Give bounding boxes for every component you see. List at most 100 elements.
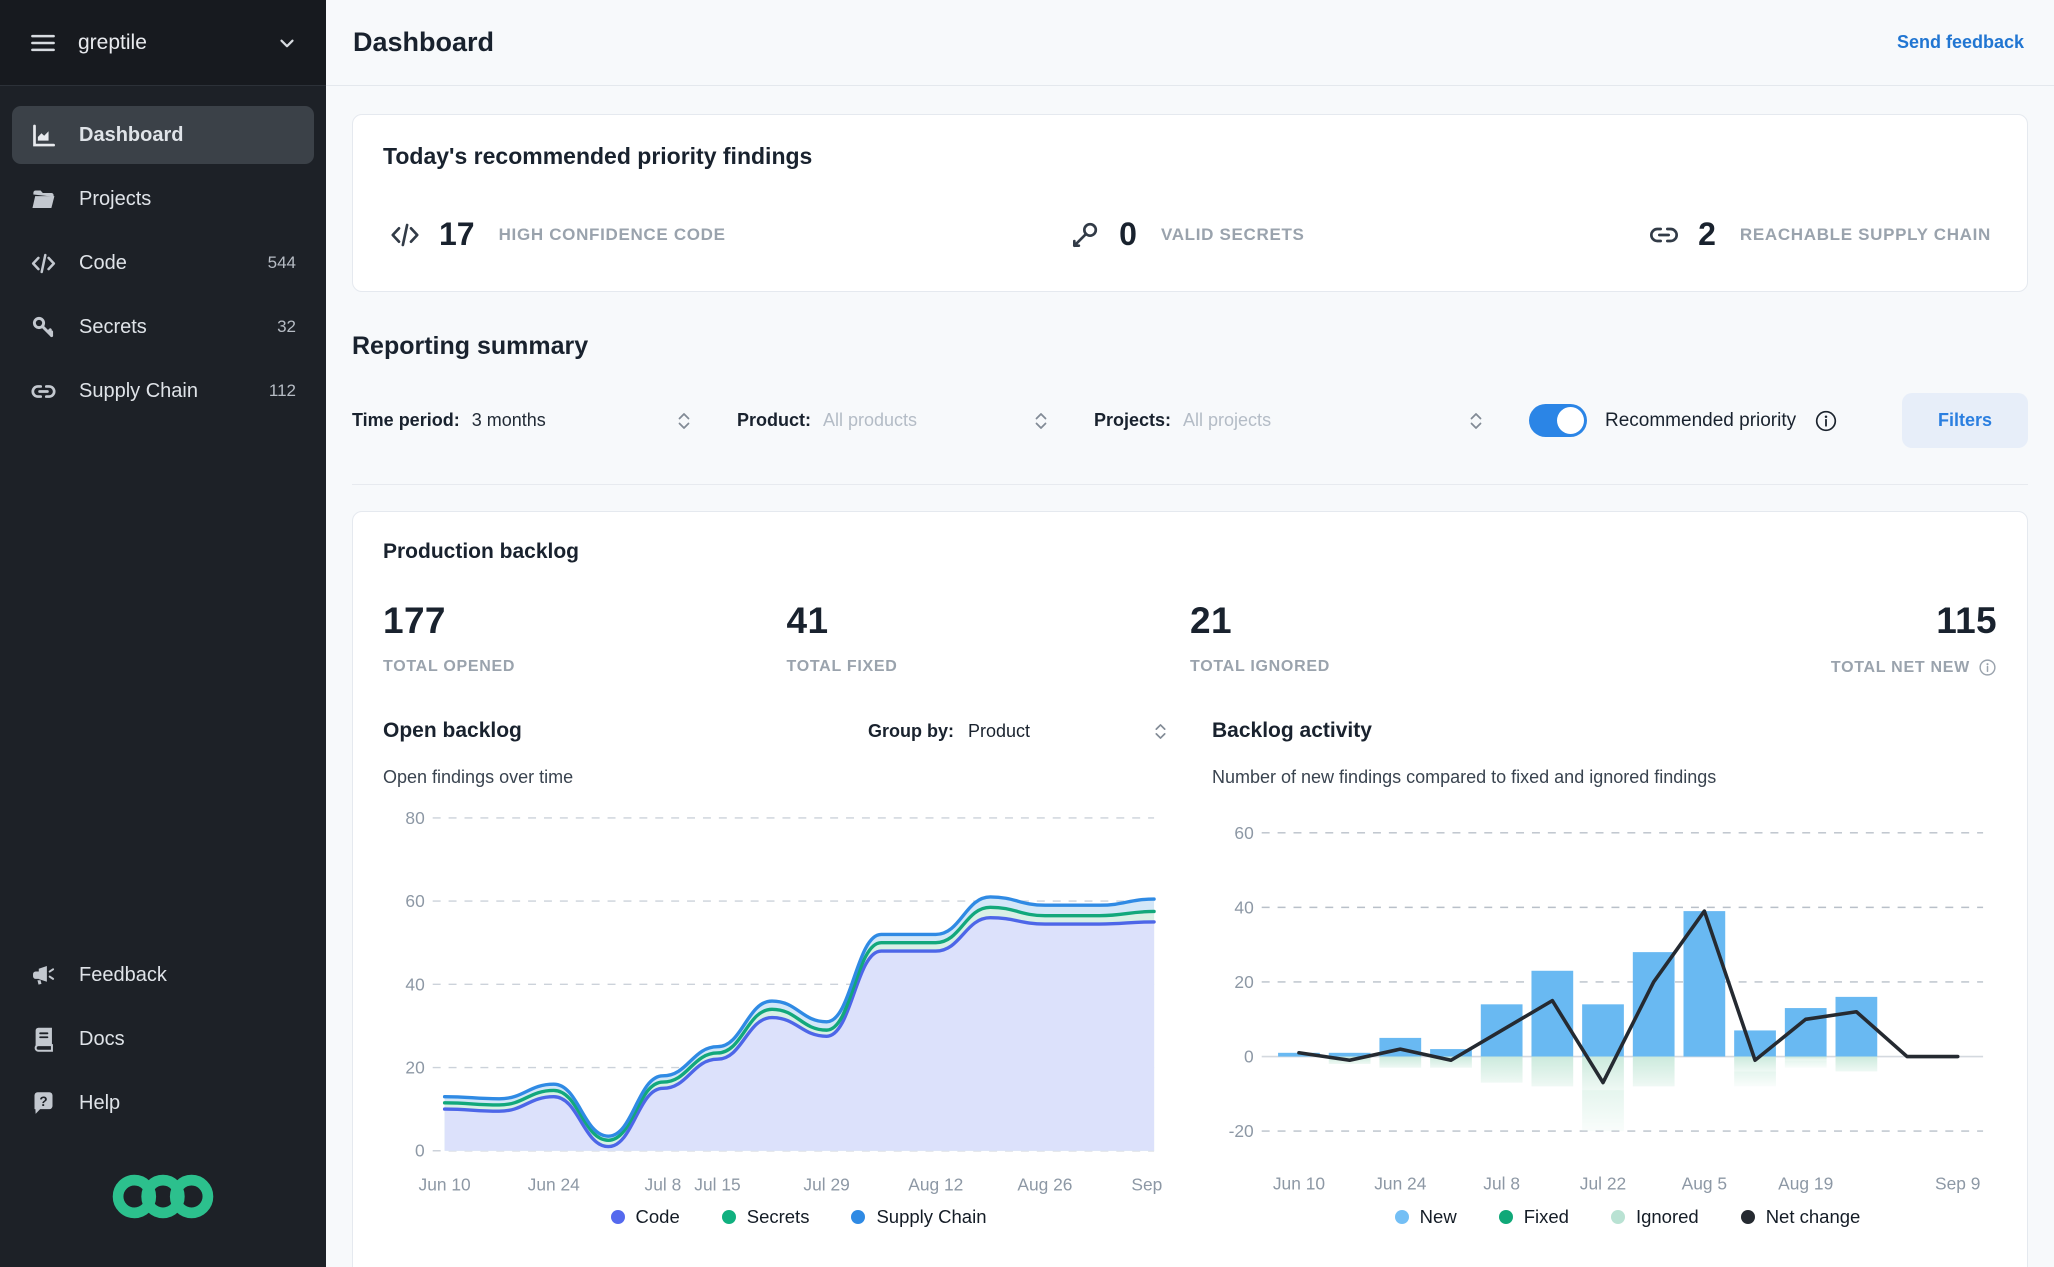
svg-text:40: 40	[405, 974, 424, 994]
sidebar-item-label: Feedback	[79, 963, 167, 986]
dashboard-content: Today's recommended priority findings 17…	[326, 86, 2054, 1267]
backlog-card-title: Production backlog	[383, 540, 580, 563]
product-label: Product:	[737, 410, 811, 430]
svg-text:Aug 5: Aug 5	[1682, 1174, 1727, 1194]
stat-label: VALID SECRETS	[1160, 224, 1305, 244]
open-backlog-subtitle: Open findings over time	[383, 767, 574, 787]
backlog-activity-legend: New Fixed Ignored Net change	[1212, 1206, 1997, 1228]
svg-text:60: 60	[405, 891, 424, 911]
reachable-supply-chain-stat: 2 REACHABLE SUPPLY CHAIN	[1648, 216, 1991, 253]
sidebar-item-label: Code	[79, 251, 127, 274]
legend-dot	[1610, 1210, 1625, 1225]
sidebar-item-dashboard[interactable]: Dashboard	[12, 106, 314, 164]
book-icon	[30, 1026, 57, 1053]
stat-value: 2	[1698, 216, 1716, 252]
legend-label: Code	[635, 1206, 680, 1228]
main-area: Dashboard Send feedback Today's recommen…	[326, 0, 2054, 1267]
info-icon[interactable]	[1978, 658, 1997, 677]
reporting-summary-title: Reporting summary	[352, 332, 589, 360]
svg-text:Jul 8: Jul 8	[645, 1174, 682, 1194]
chevron-down-icon[interactable]	[276, 32, 298, 54]
code-count-badge: 544	[267, 253, 296, 272]
app-root: greptile Dashboard Projects Code 544 Sec…	[0, 0, 2054, 1267]
link-stat-icon	[1648, 219, 1680, 251]
workspace-switcher[interactable]: greptile	[0, 0, 326, 86]
stat-value: 17	[439, 216, 475, 252]
send-feedback-link[interactable]: Send feedback	[1897, 32, 2024, 53]
sidebar-item-label: Projects	[79, 187, 152, 210]
sidebar-item-supply-chain[interactable]: Supply Chain 112	[12, 362, 314, 420]
stat-label: TOTAL NET NEW	[1830, 658, 1970, 676]
product-select[interactable]: Product: All products	[737, 410, 1049, 432]
projects-label: Projects:	[1094, 410, 1172, 430]
priority-card-title: Today's recommended priority findings	[383, 143, 813, 169]
group-by-label: Group by:	[868, 720, 954, 741]
svg-text:Jun 10: Jun 10	[1273, 1174, 1325, 1194]
legend-label: Supply Chain	[876, 1206, 987, 1228]
group-by-select[interactable]: Group by: Product	[868, 721, 1168, 742]
legend-dot	[721, 1210, 736, 1225]
svg-text:Jun 24: Jun 24	[1374, 1174, 1427, 1194]
time-period-select[interactable]: Time period: 3 months	[352, 410, 692, 432]
time-period-label: Time period:	[352, 410, 460, 430]
sidebar-item-projects[interactable]: Projects	[12, 170, 314, 228]
sidebar-footer-nav: Feedback Docs ? Help	[0, 946, 326, 1132]
svg-text:?: ?	[39, 1093, 47, 1108]
product-value: All products	[823, 410, 918, 430]
svg-text:Aug 26: Aug 26	[1017, 1174, 1072, 1194]
sidebar-item-help[interactable]: ? Help	[12, 1074, 314, 1132]
valid-secrets-stat: 0 VALID SECRETS	[1069, 216, 1304, 253]
sidebar-item-docs[interactable]: Docs	[12, 1010, 314, 1068]
svg-text:20: 20	[405, 1057, 424, 1077]
sidebar: greptile Dashboard Projects Code 544 Sec…	[0, 0, 326, 1267]
legend-dot	[851, 1210, 866, 1225]
sidebar-item-code[interactable]: Code 544	[12, 234, 314, 292]
legend-label: Net change	[1765, 1206, 1861, 1228]
svg-text:Jul 8: Jul 8	[1483, 1174, 1520, 1194]
stat-value: 177	[383, 600, 446, 641]
report-filter-row: Time period: 3 months Product: All produ…	[352, 393, 2028, 448]
stat-label: HIGH CONFIDENCE CODE	[498, 224, 726, 244]
dashboard-chart-icon	[30, 122, 57, 149]
backlog-activity-subtitle: Number of new findings compared to fixed…	[1212, 767, 1717, 787]
legend-label: Ignored	[1635, 1206, 1699, 1228]
megaphone-icon	[30, 962, 57, 989]
sidebar-item-label: Dashboard	[79, 123, 184, 146]
legend-item-net-change: Net change	[1740, 1206, 1861, 1228]
svg-text:Jul 22: Jul 22	[1580, 1174, 1626, 1194]
top-bar: Dashboard Send feedback	[326, 0, 2054, 86]
charts-row: Open backlog Group by: Product Open find…	[383, 719, 1997, 1228]
backlog-activity-chart: -20 0 20 40 60 Jun 10 Jun 24 Jul 8 Jul 22 Aug 5 Au…	[1212, 800, 1997, 1202]
svg-text:Jul 15: Jul 15	[694, 1174, 740, 1194]
production-backlog-card: Production backlog 177 TOTAL OPENED 41 T…	[352, 511, 2028, 1267]
key-stat-icon	[1069, 219, 1101, 251]
projects-select[interactable]: Projects: All projects	[1094, 410, 1484, 432]
hamburger-menu-icon[interactable]	[28, 28, 58, 58]
legend-label: Secrets	[746, 1206, 810, 1228]
sidebar-item-feedback[interactable]: Feedback	[12, 946, 314, 1004]
stat-label: TOTAL OPENED	[383, 658, 516, 675]
backlog-stats-row: 177 TOTAL OPENED 41 TOTAL FIXED 21 TOTAL…	[383, 600, 1997, 677]
backlog-activity-section: Backlog activity Number of new findings …	[1212, 719, 1997, 1228]
open-backlog-section: Open backlog Group by: Product Open find…	[383, 719, 1168, 1228]
help-bubble-icon: ?	[30, 1090, 57, 1117]
stat-value: 115	[1936, 600, 1997, 641]
filters-button[interactable]: Filters	[1901, 393, 2028, 448]
backlog-activity-title: Backlog activity	[1212, 719, 1372, 742]
legend-item-fixed: Fixed	[1498, 1206, 1569, 1228]
svg-text:Aug 12: Aug 12	[908, 1174, 963, 1194]
open-backlog-chart: 0 20 40 60 80 Jun 10 Jun 24 Jul 8 Jul 15 Jul 29 Au…	[383, 800, 1168, 1202]
sidebar-nav: Dashboard Projects Code 544 Secrets 32 S…	[0, 86, 326, 420]
legend-dot	[1740, 1210, 1755, 1225]
recommended-priority-toggle[interactable]	[1529, 404, 1587, 437]
total-net-new-stat: 115 TOTAL NET NEW	[1594, 600, 1998, 677]
section-divider	[352, 484, 2028, 485]
svg-text:-20: -20	[1229, 1121, 1254, 1141]
stat-value: 41	[786, 600, 829, 641]
svg-text:20: 20	[1234, 972, 1253, 992]
info-icon[interactable]	[1814, 409, 1838, 433]
legend-item-new: New	[1394, 1206, 1457, 1228]
svg-text:40: 40	[1234, 897, 1253, 917]
sidebar-item-secrets[interactable]: Secrets 32	[12, 298, 314, 356]
